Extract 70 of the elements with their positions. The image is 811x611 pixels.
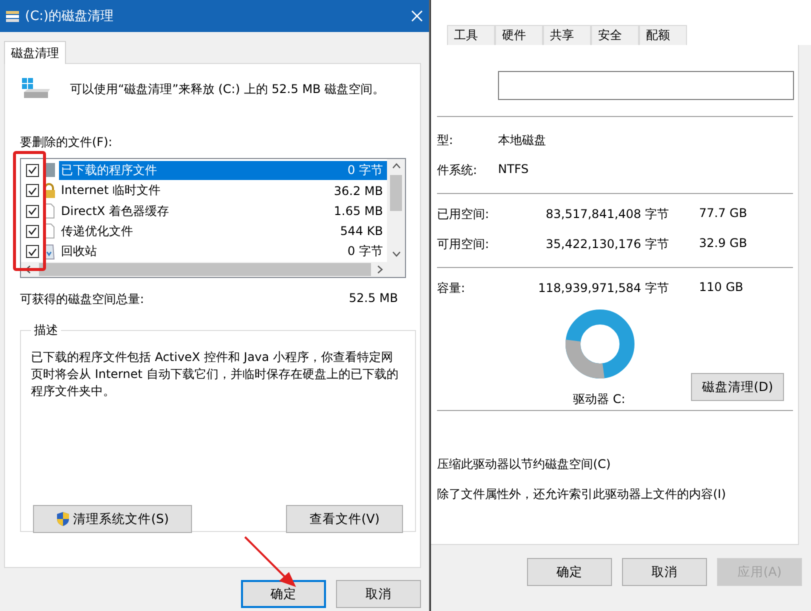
tab[interactable]: 共享 [543, 25, 591, 45]
arrow [243, 535, 299, 589]
file-name: 回收站 [61, 243, 98, 260]
drive-icon [22, 78, 52, 100]
dialog-button[interactable]: 取消 [622, 558, 707, 586]
tab[interactable]: 硬件 [495, 25, 543, 45]
scroll-down-icon[interactable] [392, 251, 400, 257]
list-item[interactable]: DirectX 着色器缓存 1.65 MB [59, 202, 387, 221]
dialog-button[interactable]: 取消 [336, 580, 421, 608]
file-name: 传递优化文件 [61, 222, 134, 240]
intro-text: 可以使用“磁盘清理”来释放 (C:) 上的 52.5 MB 磁盘空间。 [70, 80, 385, 98]
size-value: 32.9 GB [699, 236, 748, 252]
file-size: 36.2 MB [334, 184, 383, 198]
property-value: NTFS [498, 162, 530, 178]
bytes-value: 83,517,841,408 字节 [544, 206, 669, 223]
checkbox[interactable] [26, 204, 39, 218]
file-size: 1.65 MB [334, 204, 383, 218]
tab[interactable]: 工具 [447, 25, 495, 45]
input-field[interactable] [498, 70, 794, 100]
view-files-button[interactable]: 查看文件(V) [286, 505, 403, 533]
scroll-up-icon[interactable] [392, 163, 400, 169]
file-name: 已下载的程序文件 [61, 162, 158, 179]
space-label: 容量: [437, 280, 466, 297]
option-label: 压缩此驱动器以节约磁盘空间(C) [437, 456, 612, 473]
close-icon[interactable] [411, 10, 423, 22]
bytes-value: 35,422,130,176 字节 [544, 236, 669, 253]
property-value: 本地磁盘 [498, 132, 547, 149]
file-size: 0 字节 [348, 162, 383, 179]
scroll-thumb[interactable] [39, 263, 371, 276]
file-size: 544 KB [340, 224, 383, 238]
file-name: DirectX 着色器缓存 [61, 202, 170, 220]
bytes-value: 118,939,971,584 字节 [537, 280, 669, 297]
dialog-button[interactable]: 确定 [241, 580, 326, 608]
dialog-button[interactable]: 确定 [527, 558, 612, 586]
checkbox[interactable] [26, 224, 39, 238]
checkbox[interactable] [26, 245, 39, 258]
list-item[interactable]: 回收站 0 字节 [59, 242, 387, 262]
space-label: 已用空间: [437, 206, 490, 223]
scroll-left-icon[interactable] [25, 265, 31, 274]
scroll-right-icon[interactable] [377, 265, 383, 274]
total-label: 可获得的磁盘空间总量: [20, 291, 144, 308]
size-value: 77.7 GB [699, 206, 748, 222]
drive-label: 驱动器 C: [573, 391, 626, 408]
disk-cleanup-icon [6, 10, 19, 22]
vertical-scrollbar[interactable] [387, 159, 405, 277]
tab[interactable]: 配额 [639, 25, 687, 45]
list-item[interactable]: 传递优化文件 544 KB [59, 222, 387, 241]
list-item[interactable]: Internet 临时文件 36.2 MB [59, 181, 387, 200]
property-label: 件系统: [437, 162, 478, 179]
tab[interactable]: 磁盘清理 [4, 41, 66, 64]
description-text: 已下载的程序文件包括 ActiveX 控件和 Java 小程序，你查看特定网页时将会从 Internet 自动下载它们，并临时保存在硬盘上的已下载的程序文件夹中。 [31, 349, 400, 400]
total-value: 52.5 MB [348, 291, 398, 307]
horizontal-scrollbar[interactable] [21, 262, 387, 277]
checkbox[interactable] [26, 184, 39, 198]
size-value: 110 GB [699, 280, 744, 296]
option-label: 除了文件属性外，还允许索引此驱动器上文件的内容(I) [437, 486, 727, 503]
tab[interactable]: 安全 [591, 25, 639, 45]
space-label: 可用空间: [437, 236, 490, 253]
shield-icon [56, 511, 70, 527]
disk-cleanup-button[interactable]: 磁盘清理(D) [691, 373, 784, 401]
group-title: 描述 [33, 322, 59, 339]
checkbox[interactable] [26, 164, 39, 177]
list-item[interactable]: 已下载的程序文件 0 字节 [59, 160, 387, 180]
clean-system-files-button[interactable]: 清理系统文件(S) [33, 505, 192, 533]
file-size: 0 字节 [348, 243, 383, 260]
scroll-thumb[interactable] [390, 175, 402, 211]
file-name: Internet 临时文件 [61, 182, 162, 200]
window-title: (C:)的磁盘清理 [25, 8, 115, 25]
property-label: 型: [437, 132, 454, 149]
files-label: 要删除的文件(F): [20, 134, 114, 151]
